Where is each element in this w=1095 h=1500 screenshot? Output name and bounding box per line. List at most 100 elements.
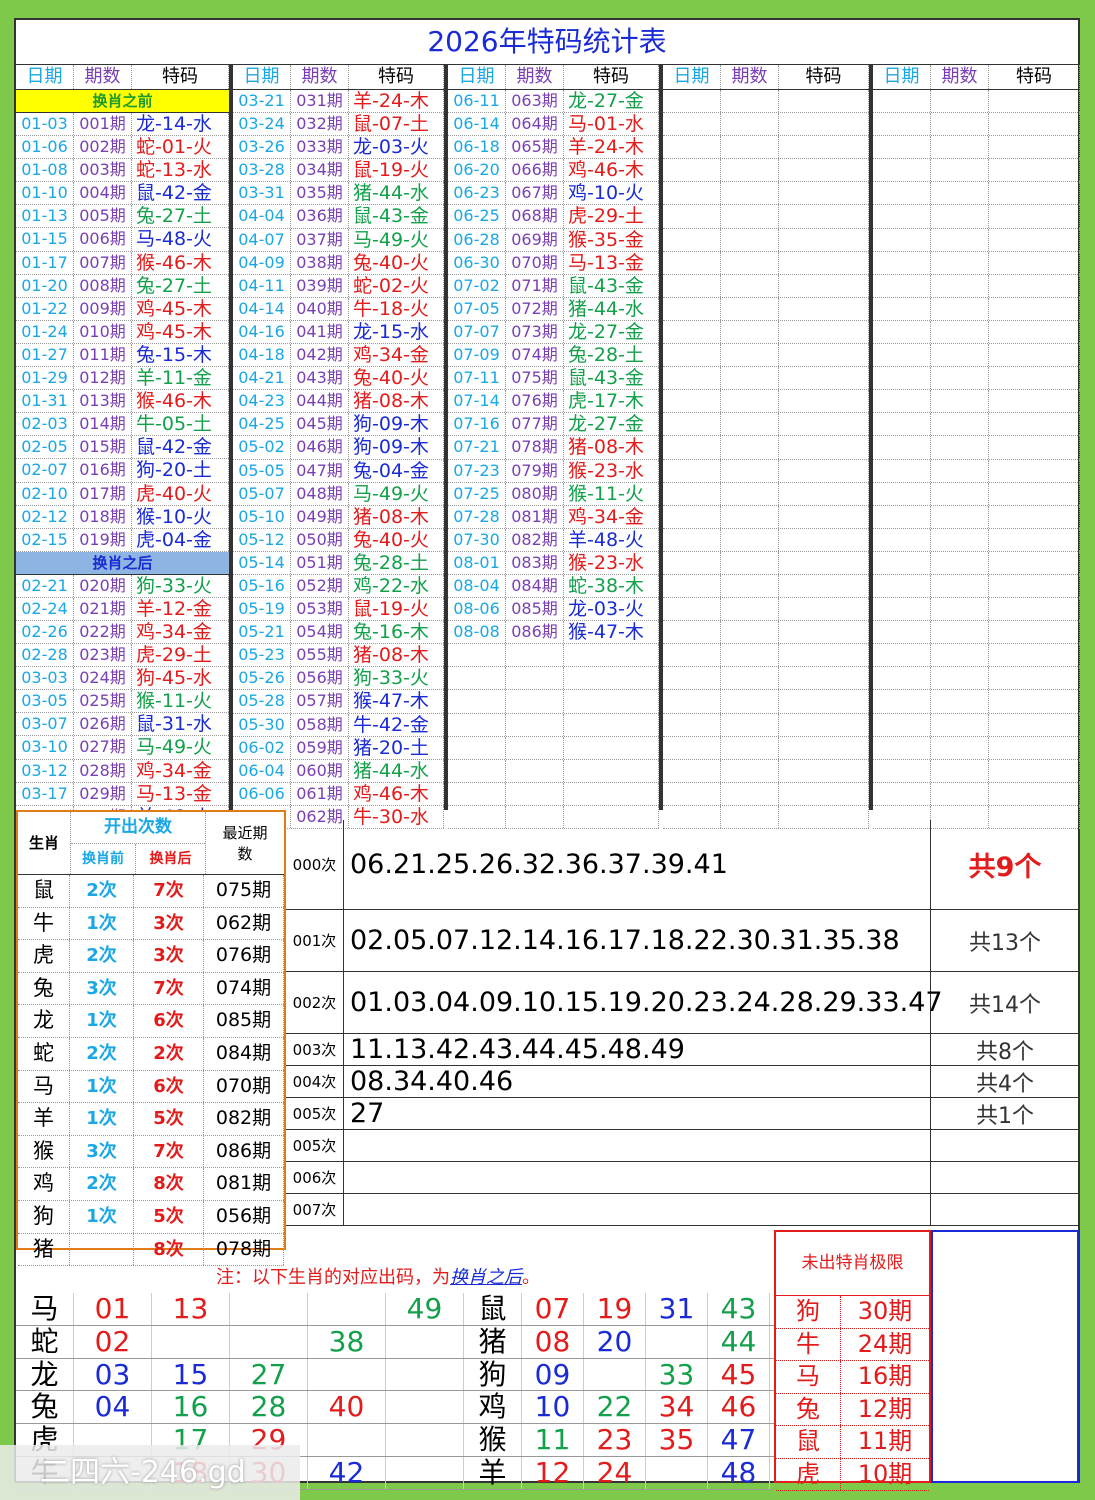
table-row (663, 251, 869, 275)
row-date: 07-02 (448, 274, 506, 297)
zodiac-row: 牛 1次 3次 062期 (18, 907, 284, 941)
table-row: 02-10 017期 虎-40-火 (16, 482, 229, 506)
row-date (663, 274, 721, 297)
row-issue: 085期 (506, 598, 564, 621)
recent-header: 最近期数 (222, 824, 268, 863)
row-date (663, 436, 721, 459)
table-row: 07-11 075期 鼠-43-金 (448, 367, 659, 391)
row-code (989, 551, 1080, 574)
frequency-key: 002次 (286, 972, 344, 1033)
frequency-numbers: 01.03.04.09.10.15.19.20.23.24.28.29.33.4… (344, 972, 943, 1033)
limit-row: 马 16期 (776, 1361, 929, 1394)
table-row (873, 344, 1080, 368)
row-date (663, 644, 721, 667)
row-code (989, 782, 1080, 805)
table-row (873, 136, 1080, 160)
row-date: 05-14 (233, 551, 291, 574)
row-code (779, 251, 869, 274)
row-issue: 002期 (74, 136, 132, 159)
row-issue: 035期 (291, 182, 349, 205)
row-date: 04-07 (233, 228, 291, 251)
code-header: 特码 (779, 65, 869, 89)
table-row: 07-21 078期 猪-08-木 (448, 436, 659, 460)
row-date: 06-14 (448, 113, 506, 136)
row-code: 鼠-43-金 (349, 205, 444, 228)
row-date: 02-26 (16, 620, 74, 644)
table-row: 04-07 037期 马-49-火 (233, 228, 444, 252)
row-issue: 015期 (74, 436, 132, 459)
row-date (873, 598, 931, 621)
row-issue: 084期 (506, 574, 564, 598)
row-code: 马-13-金 (564, 251, 659, 274)
table-row (873, 182, 1080, 206)
row-issue (931, 551, 989, 574)
row-date (663, 90, 721, 113)
row-issue: 046期 (291, 436, 349, 459)
row-issue (721, 297, 779, 320)
row-code: 马-49-火 (349, 228, 444, 251)
row-date: 03-24 (233, 113, 291, 136)
row-code (989, 621, 1080, 644)
table-row: 04-21 043期 兔-40-火 (233, 367, 444, 391)
row-issue: 033期 (291, 136, 349, 159)
table-row: 08-06 085期 龙-03-火 (448, 598, 659, 622)
table-row: 07-02 071期 鼠-43-金 (448, 274, 659, 298)
row-issue: 081期 (506, 505, 564, 528)
column-1: 日期 期数 特码 换肖之前 01-03 001期 龙-14-水 01-06 002期 蛇-01-火… (16, 65, 231, 829)
table-row: 01-24 010期 鸡-45-木 (16, 320, 229, 344)
table-row: 05-30 058期 牛-42-金 (233, 713, 444, 737)
table-row (663, 690, 869, 714)
row-issue (721, 182, 779, 205)
row-code: 鸡-34-金 (349, 344, 444, 367)
row-date (873, 759, 931, 782)
count-after: 3次 (134, 907, 204, 940)
row-issue: 027期 (74, 736, 132, 759)
row-date: 06-06 (233, 782, 291, 805)
limit-row: 鼠 11期 (776, 1426, 929, 1459)
zodiac-name: 牛 (18, 907, 70, 940)
table-row: 02-05 015期 鼠-42-金 (16, 436, 229, 460)
row-code: 龙-27-金 (564, 90, 659, 113)
row-code (989, 90, 1080, 113)
row-issue (721, 736, 779, 759)
map-number (646, 1325, 708, 1358)
row-issue: 086期 (506, 621, 564, 644)
row-date (663, 713, 721, 736)
table-row (663, 228, 869, 252)
table-row: 01-31 013期 猴-46-木 (16, 390, 229, 414)
row-code (989, 136, 1080, 159)
row-date: 07-25 (448, 482, 506, 505)
map-number: 22 (584, 1391, 646, 1424)
row-issue: 071期 (506, 274, 564, 297)
table-row: 03-31 035期 猪-44-水 (233, 182, 444, 206)
frequency-numbers: 06.21.25.26.32.36.37.39.41 (344, 820, 931, 909)
row-code: 猪-08-木 (349, 505, 444, 528)
row-issue (721, 413, 779, 436)
frequency-total: 共4个 (976, 1071, 1034, 1097)
row-code (989, 459, 1080, 482)
empty-box (931, 1230, 1079, 1483)
frequency-row: 004次 08.34.40.46 共4个 (286, 1066, 1079, 1098)
row-date (663, 182, 721, 205)
row-code (989, 297, 1080, 320)
zodiac-name: 马 (18, 1070, 70, 1103)
map-zodiac: 马 (16, 1293, 74, 1325)
table-row (873, 528, 1080, 552)
frequency-numbers: 11.13.42.43.44.45.48.49 (344, 1034, 931, 1065)
row-code (989, 228, 1080, 251)
row-date: 02-07 (16, 459, 74, 482)
row-code (779, 459, 869, 482)
table-row: 01-17 007期 猴-46-木 (16, 251, 229, 275)
row-issue (931, 574, 989, 598)
map-zodiac: 龙 (16, 1358, 74, 1391)
row-date: 03-21 (233, 90, 291, 113)
table-row: 07-16 077期 龙-27-金 (448, 413, 659, 437)
count-after: 8次 (134, 1168, 204, 1200)
row-issue: 055期 (291, 644, 349, 667)
row-issue (721, 251, 779, 274)
row-code (989, 505, 1080, 528)
row-issue (506, 759, 564, 782)
code-header: 特码 (132, 65, 229, 89)
row-date: 03-05 (16, 690, 74, 713)
row-date (873, 182, 931, 205)
